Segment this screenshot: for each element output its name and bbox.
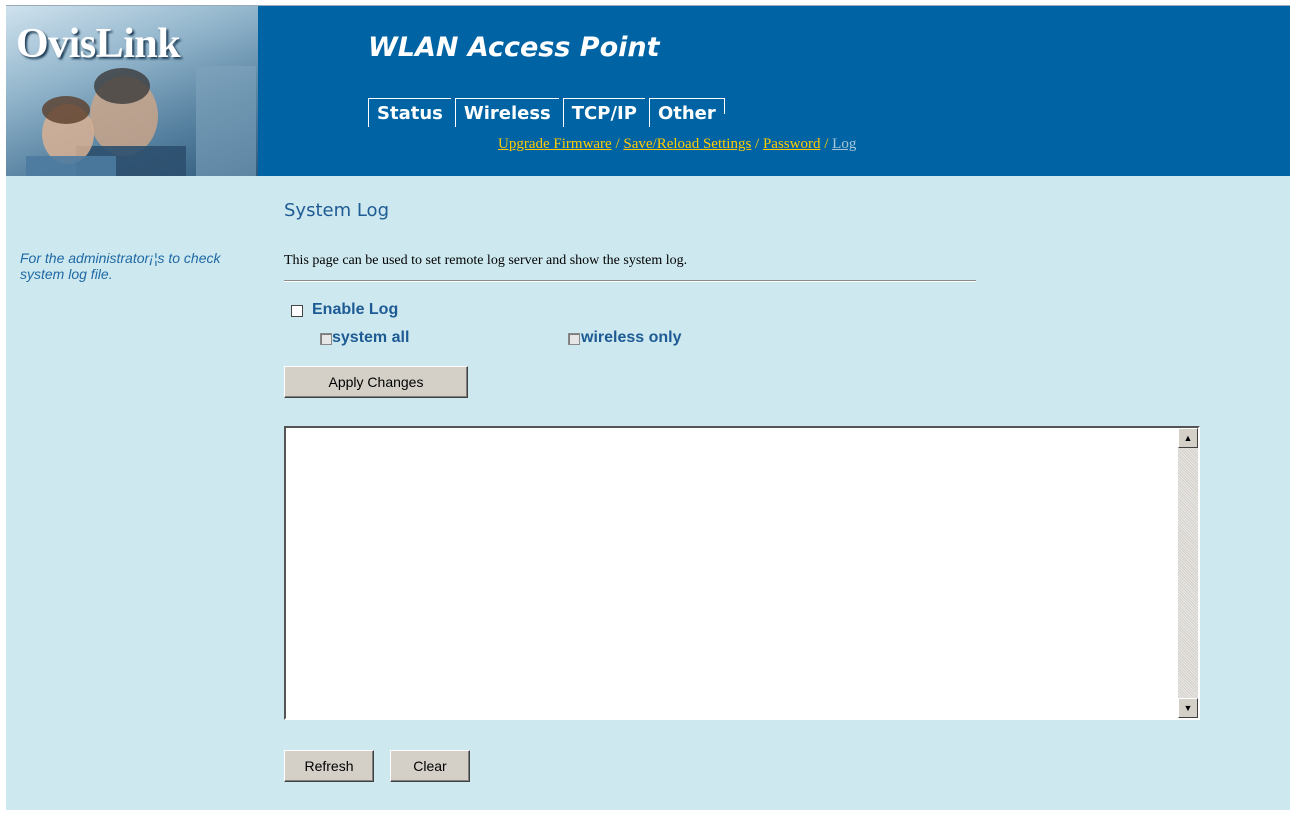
subnav-separator: /	[615, 136, 620, 152]
enable-log-label: Enable Log	[312, 301, 399, 318]
subnav-upgrade-firmware[interactable]: Upgrade Firmware	[498, 136, 612, 152]
system-log-textarea[interactable]	[284, 426, 1200, 720]
divider	[284, 280, 976, 282]
sub-navigation: Upgrade Firmware / Save/Reload Settings …	[498, 136, 856, 153]
system-all-label: system all	[332, 329, 410, 346]
subnav-save-reload-settings[interactable]: Save/Reload Settings	[623, 136, 751, 152]
subnav-separator: /	[755, 136, 760, 152]
wireless-only-checkbox[interactable]	[568, 333, 580, 345]
main-tabs: Status Wireless TCP/IP Other	[368, 98, 725, 127]
brand-logo: OvisLink	[16, 21, 181, 67]
wireless-only-label: wireless only	[581, 329, 682, 346]
subnav-separator: /	[824, 136, 829, 152]
header-banner: OvisLink WLAN Access Point Status Wirele…	[6, 5, 1290, 176]
scroll-down-arrow-icon[interactable]: ▼	[1178, 698, 1198, 718]
refresh-button[interactable]: Refresh	[284, 750, 374, 782]
apply-changes-button[interactable]: Apply Changes	[284, 366, 468, 398]
tab-tcpip[interactable]: TCP/IP	[562, 98, 645, 127]
sidebar-help-text: For the administrator¡¦s to check system…	[20, 250, 221, 282]
content-area: For the administrator¡¦s to check system…	[6, 176, 1290, 810]
clear-button[interactable]: Clear	[390, 750, 470, 782]
page-description: This page can be used to set remote log …	[284, 253, 688, 268]
subnav-log[interactable]: Log	[832, 136, 856, 152]
enable-log-checkbox[interactable]	[291, 305, 303, 317]
app-title: WLAN Access Point	[368, 32, 660, 63]
tab-other[interactable]: Other	[648, 98, 724, 127]
subnav-password[interactable]: Password	[763, 136, 821, 152]
log-scrollbar[interactable]: ▲ ▼	[1178, 428, 1198, 718]
banner-photo: OvisLink	[6, 6, 258, 176]
tab-status[interactable]: Status	[368, 98, 451, 127]
page-title: System Log	[284, 200, 389, 221]
tab-wireless[interactable]: Wireless	[454, 98, 559, 127]
scroll-up-arrow-icon[interactable]: ▲	[1178, 428, 1198, 448]
tabs-end-divider	[723, 98, 725, 114]
system-all-checkbox[interactable]	[320, 333, 332, 345]
